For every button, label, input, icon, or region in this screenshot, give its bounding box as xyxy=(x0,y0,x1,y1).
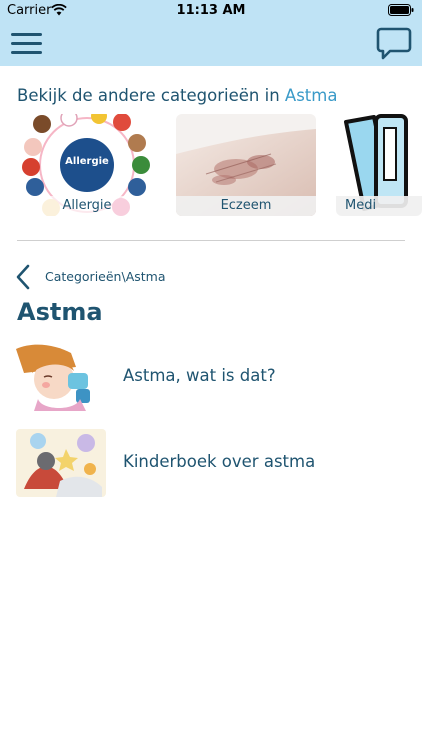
categories-heading: Bekijk de andere categorieën in Astma xyxy=(17,86,337,105)
nav-bar xyxy=(0,22,422,66)
status-bar: Carrier 11:13 AM xyxy=(0,0,422,22)
status-time: 11:13 AM xyxy=(176,3,246,18)
category-label-allergie: Allergie xyxy=(17,196,157,216)
chat-bubble-icon[interactable] xyxy=(376,27,412,61)
category-card-eczeem[interactable]: Eczeem xyxy=(176,114,316,216)
allergie-center-text: Allergie xyxy=(65,156,109,167)
category-card-allergie[interactable]: Allergie Allergie xyxy=(17,114,157,216)
category-label-eczeem: Eczeem xyxy=(176,196,316,216)
chevron-left-icon[interactable] xyxy=(14,264,34,290)
article-title: Kinderboek over astma xyxy=(123,452,316,471)
children-book-illustration xyxy=(16,429,106,497)
breadcrumb-path[interactable]: Categorieën\Astma xyxy=(45,269,166,284)
category-card-medicijnen[interactable]: Medi xyxy=(336,114,422,216)
battery-icon xyxy=(388,4,414,16)
breadcrumb[interactable]: Categorieën\Astma xyxy=(14,264,314,290)
categories-heading-category: Astma xyxy=(284,86,338,105)
article-item[interactable]: Kinderboek over astma xyxy=(16,429,406,497)
category-label-medi: Medi xyxy=(336,196,422,216)
divider xyxy=(17,240,405,241)
child-inhaler-illustration xyxy=(16,343,106,411)
hamburger-menu-icon[interactable] xyxy=(10,30,44,56)
category-carousel[interactable]: Allergie Allergie Eczeem Medi xyxy=(0,114,422,216)
page-title: Astma xyxy=(17,298,103,326)
article-title: Astma, wat is dat? xyxy=(123,366,276,385)
article-thumbnail xyxy=(16,343,106,411)
article-item[interactable]: Astma, wat is dat? xyxy=(16,343,406,411)
article-thumbnail xyxy=(16,429,106,497)
categories-heading-text: Bekijk de andere categorieën in xyxy=(17,86,280,105)
